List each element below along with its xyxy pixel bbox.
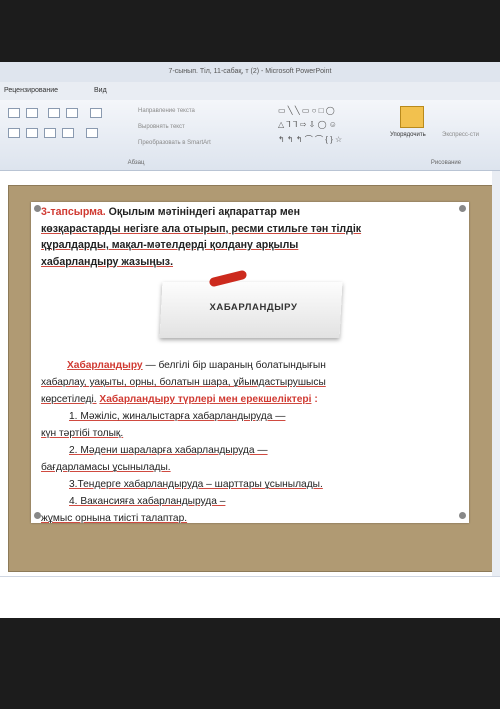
notes-pane[interactable] <box>0 576 500 607</box>
item-3: 3.Тендерге хабарландыруда – шарттары ұсы… <box>69 479 323 490</box>
item-1a: 1. Мәжіліс, жиналыстарға хабарландыруда … <box>69 411 286 422</box>
drawing-group: ▭ ╲ ╲ ▭ ○ □ ◯ △ ⅂ ⅂ ⇨ ⇩ ◯ ☺ ↰ ↰ ↰ ⌒ ⌒ { … <box>272 102 500 168</box>
align-text-button[interactable]: Выровнять текст <box>138 124 185 130</box>
shapes-row-3[interactable]: ↰ ↰ ↰ ⌒ ⌒ { } ☆ <box>278 134 342 145</box>
pin-icon <box>459 205 466 212</box>
increase-indent-icon[interactable] <box>66 108 78 118</box>
align-center-icon[interactable] <box>26 128 38 138</box>
justify-icon[interactable] <box>62 128 74 138</box>
task-line-2: көзқарастарды негізге ала отырып, ресми … <box>41 222 362 235</box>
columns-icon[interactable] <box>86 128 98 138</box>
slide[interactable]: 3-тапсырма. Оқылым мәтініндегі ақпаратта… <box>8 185 494 572</box>
text-direction-button[interactable]: Направление текста <box>138 108 195 114</box>
line-spacing-icon[interactable] <box>90 108 102 118</box>
pin-icon <box>459 512 466 519</box>
pin-icon <box>34 512 41 519</box>
drawing-group-label: Рисование <box>430 160 462 166</box>
para-line-1: — белгілі бір шараның болатындығын <box>142 360 326 371</box>
item-2b: бағдарламасы ұсынылады. <box>41 462 171 473</box>
task-label: 3-тапсырма. <box>41 206 106 218</box>
slide-content-card: 3-тапсырма. Оқылым мәтініндегі ақпаратта… <box>31 202 469 524</box>
types-colon: : <box>314 394 318 405</box>
align-left-icon[interactable] <box>8 128 20 138</box>
arrange-button[interactable]: Упорядочить <box>390 132 426 138</box>
window-title: 7-сынып. Тіл, 11-сабақ, т (2) - Microsof… <box>0 62 500 82</box>
bullets-icon[interactable] <box>8 108 20 118</box>
task-line-3: құралдарды, мақал-мәтелдерді қолдану арқ… <box>41 239 299 251</box>
numbering-icon[interactable] <box>26 108 38 118</box>
item-1b: күн тәртібі толық. <box>41 428 124 439</box>
decrease-indent-icon[interactable] <box>48 108 60 118</box>
arrange-icon[interactable] <box>400 106 424 128</box>
item-4a: 4. Вакансияға хабарландыруда – <box>69 496 226 507</box>
align-right-icon[interactable] <box>44 128 56 138</box>
task-line-4: хабарландыру жазыңыз. <box>41 255 174 268</box>
para-line-3a: көрсетіледі. <box>41 394 97 405</box>
pin-icon <box>34 205 41 212</box>
slide-editing-area: 3-тапсырма. Оқылым мәтініндегі ақпаратта… <box>0 171 500 576</box>
convert-smartart-button[interactable]: Преобразовать в SmartArt <box>138 140 211 146</box>
note-title: ХАБАРЛАНДЫРУ <box>209 302 298 313</box>
item-2a: 2. Мәдени шараларға хабарландыруда — <box>69 445 268 456</box>
quick-styles-button[interactable]: Экспресс-сти <box>442 132 479 138</box>
types-heading: Хабарландыру түрлері мен ерекшеліктері <box>99 394 312 405</box>
item-4b: жұмыс орнына тиісті талаптар. <box>41 513 188 524</box>
ribbon-tabs: Рецензирование Вид <box>0 82 500 100</box>
para-line-2: хабарлау, уақыты, орны, болатын шара, ұй… <box>41 377 326 388</box>
powerpoint-window: 7-сынып. Тіл, 11-сабақ, т (2) - Microsof… <box>0 62 500 618</box>
shapes-row-2[interactable]: △ ⅂ ⅂ ⇨ ⇩ ◯ ☺ <box>278 120 337 129</box>
vertical-scrollbar[interactable] <box>492 171 500 576</box>
paragraph-group-label: Абзац <box>127 160 145 166</box>
task-text: 3-тапсырма. Оқылым мәтініндегі ақпаратта… <box>41 204 459 270</box>
task-line-1: Оқылым мәтініндегі ақпараттар мен <box>108 206 300 218</box>
tab-view[interactable]: Вид <box>94 87 107 94</box>
term-label: Хабарландыру <box>67 360 143 371</box>
shapes-row-1[interactable]: ▭ ╲ ╲ ▭ ○ □ ◯ <box>278 106 335 115</box>
announcement-note-image: ХАБАРЛАНДЫРУ <box>131 269 351 342</box>
ribbon: Направление текста Выровнять текст Преоб… <box>0 100 500 171</box>
paragraph-group: Направление текста Выровнять текст Преоб… <box>2 102 270 168</box>
tab-review[interactable]: Рецензирование <box>4 87 58 94</box>
